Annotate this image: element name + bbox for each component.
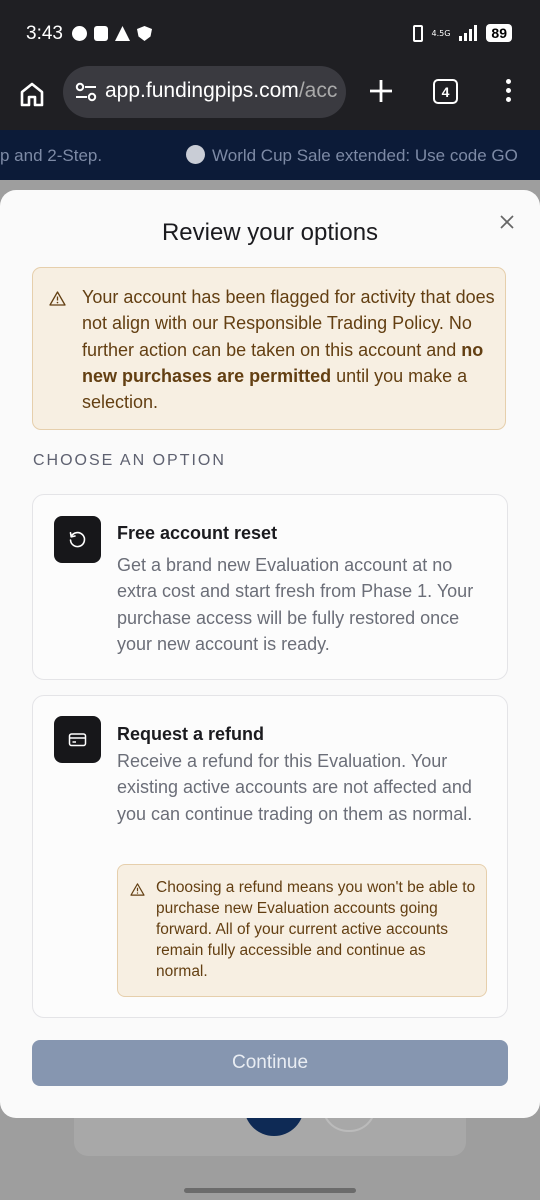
vibrate-icon — [412, 24, 423, 42]
status-bar: 3:43 4.5G 89 — [0, 0, 540, 66]
url-text[interactable]: app.fundingpips.com/acc — [105, 79, 337, 103]
promo-text-right: World Cup Sale extended: Use code GO — [212, 146, 518, 165]
plus-icon — [370, 80, 392, 102]
gesture-home-indicator[interactable] — [184, 1188, 356, 1193]
card-icon-tile — [54, 716, 101, 763]
continue-button[interactable]: Continue — [32, 1040, 508, 1086]
modal-title: Review your options — [161, 219, 379, 246]
address-bar[interactable]: app.fundingpips.com/acc — [63, 66, 346, 118]
alert-notification-icon — [115, 26, 130, 41]
url-domain: app.fundingpips.com — [105, 79, 299, 102]
warning-icon — [130, 883, 145, 896]
shield-notification-icon — [137, 26, 152, 41]
app-notification-icon — [94, 26, 108, 41]
promo-banner: p and 2-Step. World Cup Sale extended: U… — [0, 130, 540, 180]
choose-option-label: CHOOSE AN OPTION — [33, 452, 226, 469]
warning-icon — [49, 291, 66, 306]
network-type: 4.5G — [431, 28, 451, 38]
new-tab-button[interactable] — [368, 78, 394, 104]
option-free-reset[interactable]: Free account reset Get a brand new Evalu… — [32, 494, 508, 680]
option-title: Free account reset — [117, 523, 278, 543]
signal-icon — [459, 25, 478, 41]
soccer-ball-icon — [186, 145, 205, 164]
review-options-modal: Review your options Your account has bee… — [0, 190, 540, 1118]
site-settings-icon[interactable] — [75, 82, 97, 102]
status-right: 4.5G 89 — [412, 24, 512, 42]
promo-text-left: p and 2-Step. — [0, 146, 103, 165]
warning-text-part1: Your account has been flagged for activi… — [82, 287, 495, 360]
warning-text: Your account has been flagged for activi… — [82, 284, 500, 415]
option-description: Receive a refund for this Evaluation. Yo… — [117, 751, 473, 824]
refund-warning: Choosing a refund means you won't be abl… — [117, 864, 487, 997]
status-time: 3:43 — [26, 23, 63, 44]
reset-icon — [69, 531, 86, 548]
option-description: Get a brand new Evaluation account at no… — [117, 555, 474, 654]
home-button[interactable] — [18, 80, 46, 108]
option-title: Request a refund — [117, 724, 265, 744]
tab-switcher-button[interactable]: 4 — [433, 79, 458, 104]
reset-icon-tile — [54, 516, 101, 563]
option-request-refund[interactable]: Request a refund Receive a refund for th… — [32, 695, 508, 1018]
browser-toolbar: app.fundingpips.com/acc 4 — [0, 66, 540, 130]
url-path: /acc — [298, 79, 338, 102]
home-icon — [20, 82, 44, 107]
more-menu-button[interactable] — [500, 79, 516, 105]
account-flag-warning: Your account has been flagged for activi… — [32, 267, 506, 430]
chat-notification-icon — [72, 26, 87, 41]
notification-icons — [72, 26, 152, 41]
card-icon — [68, 733, 87, 747]
refund-warning-text: Choosing a refund means you won't be abl… — [156, 879, 476, 980]
battery-level: 89 — [486, 24, 512, 42]
